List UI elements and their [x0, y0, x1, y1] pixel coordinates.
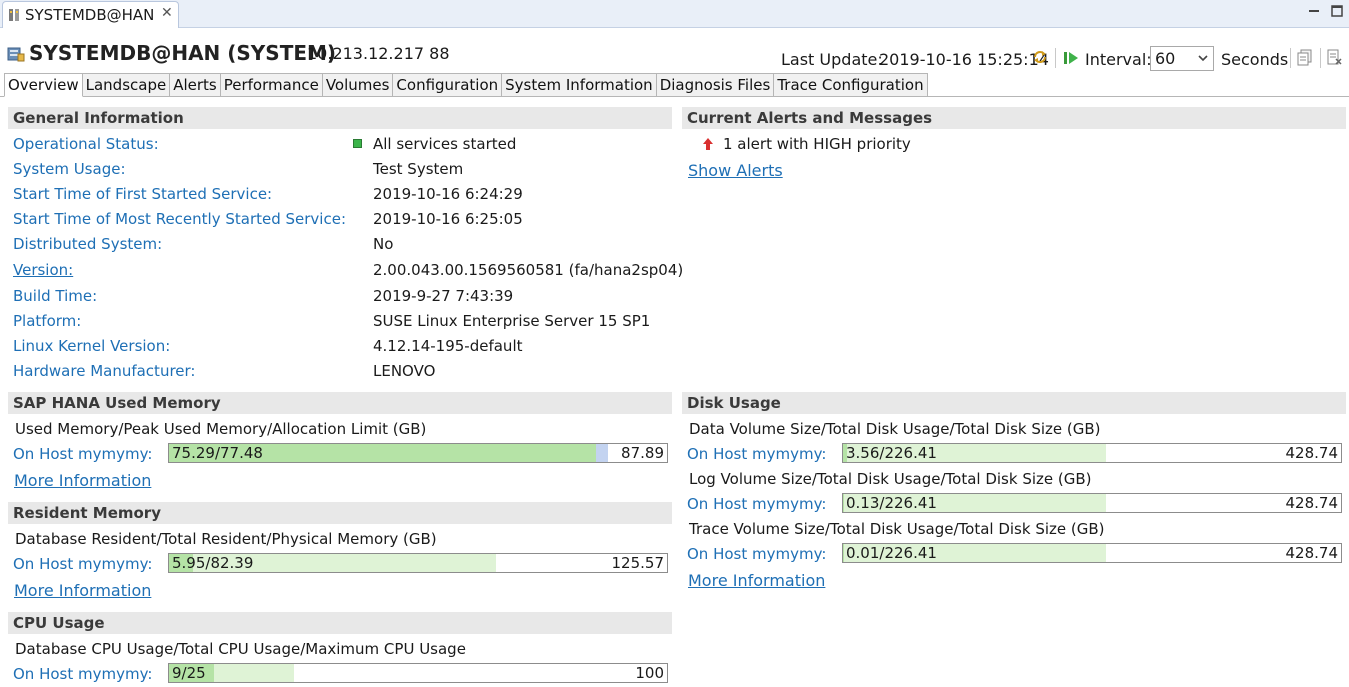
log-volume-bar: 0.13/226.41 428.74: [842, 493, 1342, 513]
show-alerts-link[interactable]: Show Alerts: [688, 161, 783, 180]
tab-volumes[interactable]: Volumes: [322, 73, 394, 97]
last-update-value: 2019-10-16 15:25:14: [879, 50, 1049, 69]
first-start-value: 2019-10-16 6:24:29: [373, 185, 523, 203]
editor-tab-strip: [0, 0, 1349, 28]
disk-usage-more-info-link[interactable]: More Information: [688, 571, 825, 590]
cpu-usage-host-label: On Host mymymy:: [13, 665, 153, 683]
export-icon[interactable]: [1326, 49, 1343, 66]
data-volume-bar-text: 3.56/226.41: [846, 444, 937, 462]
resident-memory-header: Resident Memory: [8, 502, 672, 524]
alerts-header: Current Alerts and Messages: [682, 107, 1346, 129]
trace-total-disk-value: 428.74: [1285, 544, 1339, 562]
status-green-icon: [353, 139, 362, 148]
log-volume-subtitle: Log Volume Size/Total Disk Usage/Total D…: [689, 470, 1092, 488]
recent-start-label: Start Time of Most Recently Started Serv…: [13, 210, 347, 228]
log-total-disk-value: 428.74: [1285, 494, 1339, 512]
copy-icon[interactable]: [1297, 49, 1314, 66]
close-icon[interactable]: ✕: [161, 5, 173, 21]
resident-memory-host-label: On Host mymymy:: [13, 555, 153, 573]
used-memory-bar: 75.29/77.48 87.89: [168, 443, 668, 463]
trace-volume-bar-text: 0.01/226.41: [846, 544, 937, 562]
distributed-system-label: Distributed System:: [13, 235, 163, 253]
minimize-icon[interactable]: [1307, 4, 1321, 18]
host-address: 10.213.12.217 88: [307, 44, 450, 63]
toolbar-separator: [1290, 48, 1291, 68]
toolbar-separator: [1320, 48, 1321, 68]
cpu-usage-subtitle: Database CPU Usage/Total CPU Usage/Maxim…: [15, 640, 466, 658]
platform-value: SUSE Linux Enterprise Server 15 SP1: [373, 312, 651, 330]
toolbar-separator: [1055, 48, 1056, 68]
recent-start-value: 2019-10-16 6:25:05: [373, 210, 523, 228]
play-icon[interactable]: [1063, 50, 1079, 66]
trace-volume-bar: 0.01/226.41 428.74: [842, 543, 1342, 563]
resident-memory-bar-text: 5.95/82.39: [172, 554, 254, 572]
cpu-usage-bar-text: 9/25: [172, 664, 206, 682]
tab-performance[interactable]: Performance: [220, 73, 323, 97]
trace-volume-fill: [843, 544, 844, 562]
operational-status-label: Operational Status:: [13, 135, 159, 153]
tab-diagnosis-files[interactable]: Diagnosis Files: [656, 73, 775, 97]
interval-label: Interval:: [1085, 50, 1152, 69]
refresh-icon[interactable]: [1032, 49, 1048, 65]
distributed-system-value: No: [373, 235, 394, 253]
alert-message: 1 alert with HIGH priority: [723, 135, 911, 153]
maximize-icon[interactable]: [1330, 4, 1344, 18]
editor-tab-label: SYSTEMDB@HAN: [25, 6, 155, 24]
interval-select[interactable]: 60: [1150, 46, 1214, 71]
build-time-value: 2019-9-27 7:43:39: [373, 287, 514, 305]
physical-memory-value: 125.57: [611, 554, 665, 572]
tab-system-information[interactable]: System Information: [502, 73, 657, 97]
used-memory-more-info-link[interactable]: More Information: [14, 471, 151, 490]
data-volume-bar: 3.56/226.41 428.74: [842, 443, 1342, 463]
editor-tab-systemdb[interactable]: SYSTEMDB@HAN ✕: [2, 1, 179, 28]
operational-status-value: All services started: [373, 135, 517, 153]
system-icon: [7, 47, 25, 62]
general-information-header: General Information: [8, 107, 672, 129]
hardware-manufacturer-value: LENOVO: [373, 362, 436, 380]
system-usage-value: Test System: [373, 160, 464, 178]
chevron-down-icon: [1198, 55, 1208, 62]
interval-value: 60: [1155, 49, 1176, 68]
tab-overview[interactable]: Overview: [4, 73, 83, 97]
used-memory-subtitle: Used Memory/Peak Used Memory/Allocation …: [15, 420, 427, 438]
trace-volume-subtitle: Trace Volume Size/Total Disk Usage/Total…: [689, 520, 1105, 538]
data-volume-subtitle: Data Volume Size/Total Disk Usage/Total …: [689, 420, 1101, 438]
log-volume-fill: [843, 494, 844, 512]
kernel-version-label: Linux Kernel Version:: [13, 337, 171, 355]
used-memory-bar-text: 75.29/77.48: [172, 444, 263, 462]
build-time-label: Build Time:: [13, 287, 98, 305]
subtab-strip: Overview Landscape Alerts Performance Vo…: [4, 73, 928, 97]
log-volume-host-label: On Host mymymy:: [687, 495, 827, 513]
first-start-label: Start Time of First Started Service:: [13, 185, 273, 203]
platform-label: Platform:: [13, 312, 82, 330]
tab-landscape[interactable]: Landscape: [82, 73, 171, 97]
data-volume-host-label: On Host mymymy:: [687, 445, 827, 463]
version-value: 2.00.043.00.1569560581 (fa/hana2sp04): [373, 261, 684, 279]
tab-alerts[interactable]: Alerts: [170, 73, 221, 97]
allocation-limit-value: 87.89: [621, 444, 664, 462]
page-title: SYSTEMDB@HAN (SYSTEM): [29, 41, 337, 65]
kernel-version-value: 4.12.14-195-default: [373, 337, 523, 355]
resident-memory-bar: 5.95/82.39 125.57: [168, 553, 668, 573]
trace-volume-host-label: On Host mymymy:: [687, 545, 827, 563]
cpu-usage-header: CPU Usage: [8, 612, 672, 634]
resident-memory-subtitle: Database Resident/Total Resident/Physica…: [15, 530, 437, 548]
data-total-disk-value: 428.74: [1285, 444, 1339, 462]
disk-usage-header: Disk Usage: [682, 392, 1346, 414]
resident-memory-more-info-link[interactable]: More Information: [14, 581, 151, 600]
seconds-label: Seconds: [1221, 50, 1289, 69]
log-volume-bar-text: 0.13/226.41: [846, 494, 937, 512]
hardware-manufacturer-label: Hardware Manufacturer:: [13, 362, 196, 380]
tab-trace-configuration[interactable]: Trace Configuration: [774, 73, 928, 97]
used-memory-header: SAP HANA Used Memory: [8, 392, 672, 414]
version-link[interactable]: Version:: [13, 261, 73, 279]
tab-configuration[interactable]: Configuration: [393, 73, 503, 97]
last-update-label: Last Update:: [781, 50, 883, 69]
used-memory-host-label: On Host mymymy:: [13, 445, 153, 463]
max-cpu-value: 100: [635, 664, 664, 682]
system-usage-label: System Usage:: [13, 160, 126, 178]
database-connection-icon: [9, 9, 19, 21]
cpu-usage-bar: 9/25 100: [168, 663, 668, 683]
arrow-up-icon: [703, 138, 713, 150]
